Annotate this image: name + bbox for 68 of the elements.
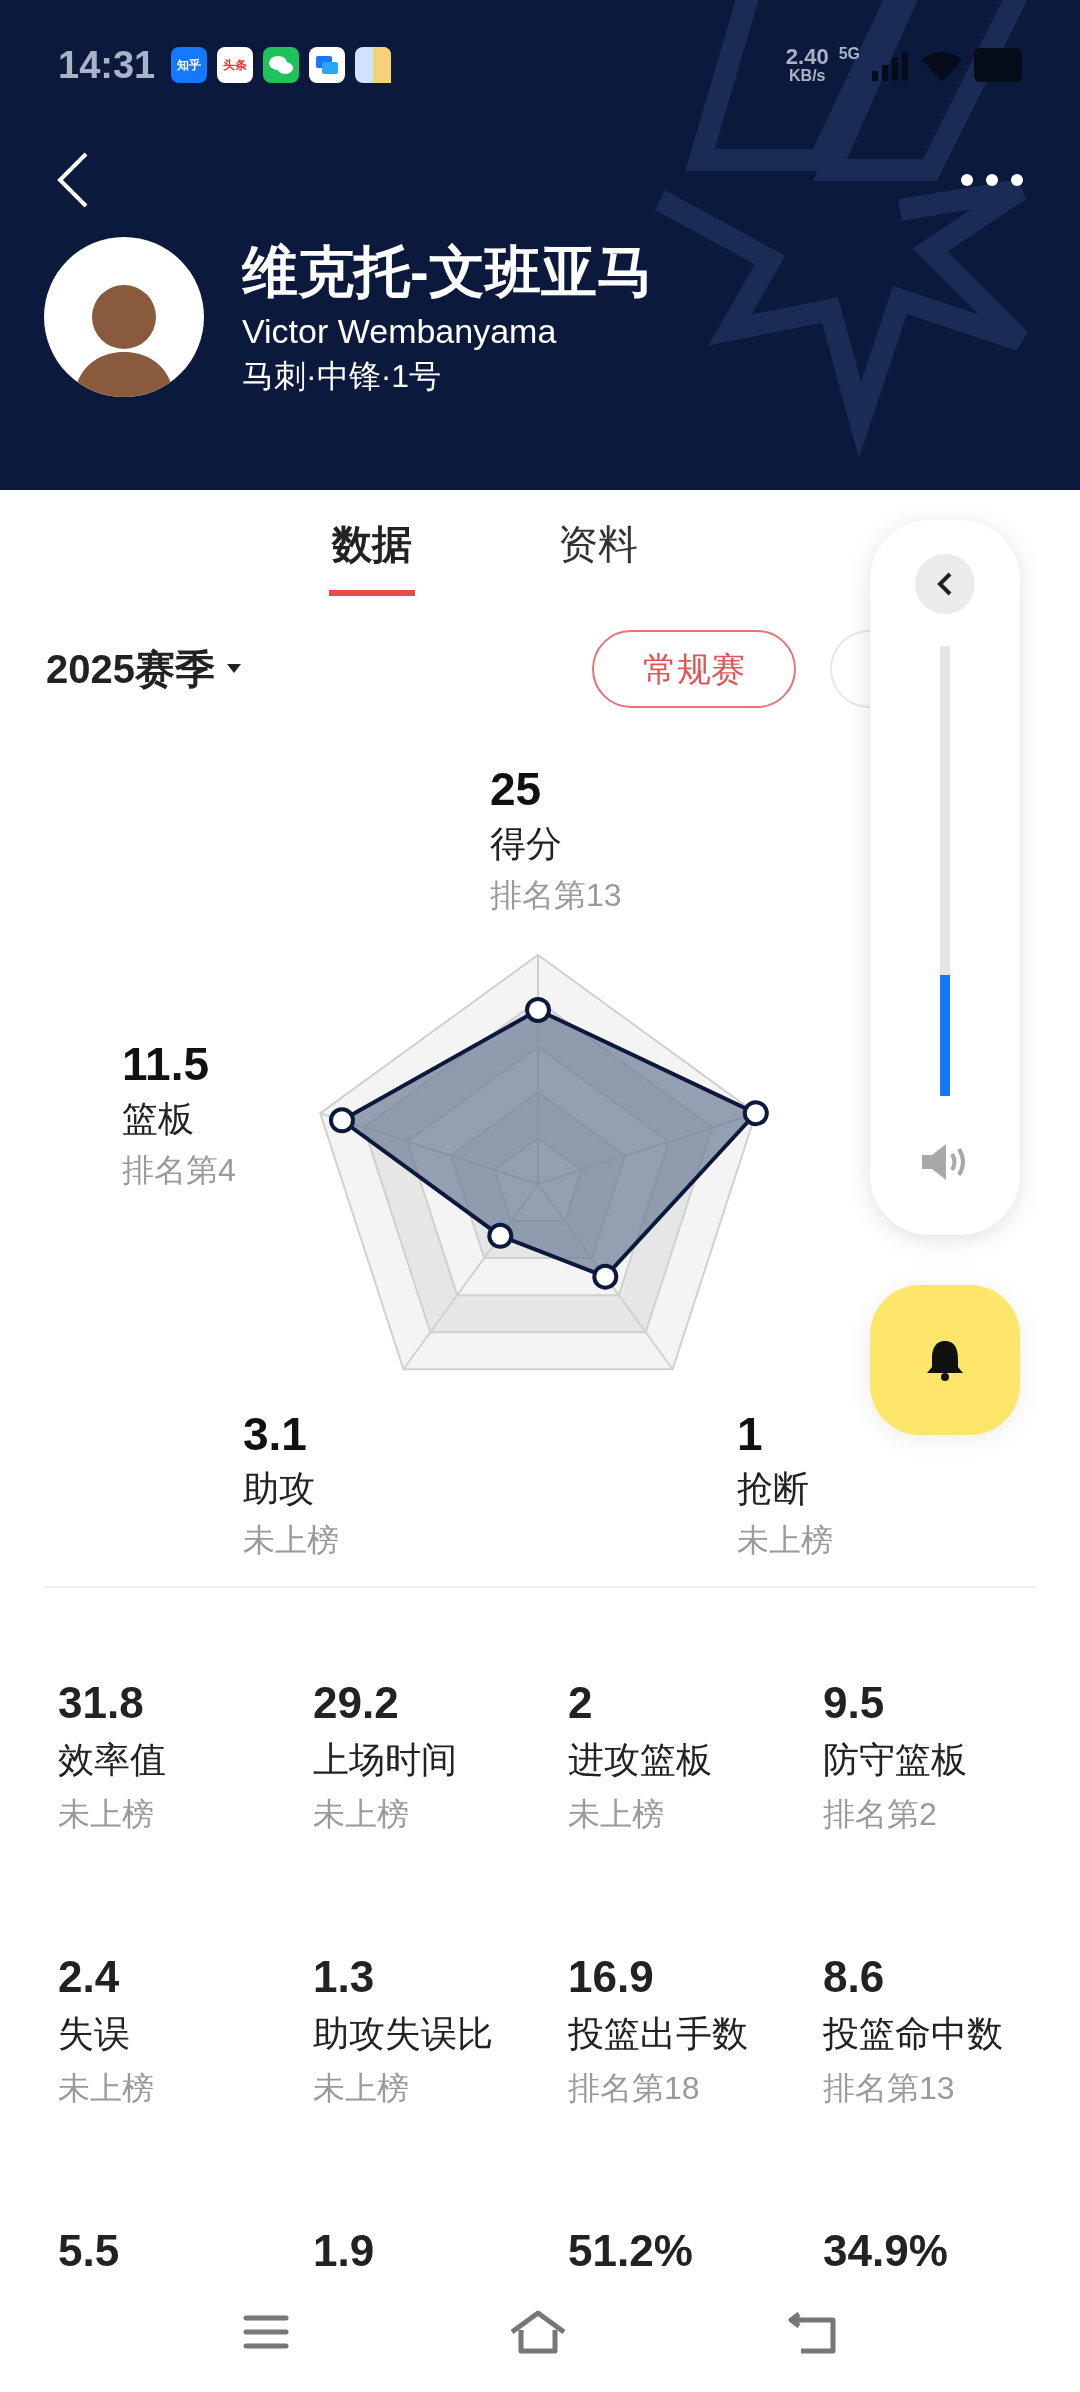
- stat-rank: 排名第18: [568, 2069, 701, 2108]
- stat-value: 5.5: [58, 2225, 121, 2277]
- stat-value: 11.5: [122, 1037, 210, 1092]
- back-icon[interactable]: [56, 150, 90, 210]
- stat-value: 31.8: [58, 1677, 145, 1729]
- stat-label: 抢断: [737, 1467, 810, 1511]
- stat-value: 9.5: [823, 1677, 886, 1729]
- stat-label: 投篮出手数: [568, 2012, 749, 2056]
- browser-app-icon: [355, 47, 392, 83]
- player-english-name: Victor Wembanyama: [242, 311, 558, 352]
- stat-label: 进攻篮板: [568, 1738, 713, 1782]
- network-speed-unit: KB/s: [789, 68, 826, 84]
- stat-value: 1: [737, 1407, 764, 1462]
- stat-rank: 未上榜: [313, 2069, 410, 2108]
- network-type: 5G: [838, 44, 860, 64]
- chevron-left-icon: [937, 571, 953, 597]
- menu-icon[interactable]: [243, 2314, 289, 2350]
- stat-rank: 排名第13: [490, 876, 622, 915]
- stat-rank: 排名第13: [823, 2069, 956, 2108]
- battery-icon: [974, 48, 1022, 82]
- app-notification-icon: 知乎: [171, 47, 208, 83]
- player-team-position: 马刺·中锋·1号: [242, 357, 443, 396]
- caret-icon: [227, 664, 241, 674]
- season-dropdown[interactable]: 2025赛季: [46, 639, 241, 699]
- status-time: 14:31: [58, 42, 156, 88]
- tab[interactable]: 数据: [329, 516, 415, 596]
- filter-pill[interactable]: 常规赛: [592, 630, 796, 708]
- stat-label: 得分: [490, 822, 563, 866]
- stat-value: 16.9: [568, 1951, 655, 2003]
- message-app-icon: [309, 47, 346, 83]
- network-speed: 2.40: [785, 46, 829, 68]
- stat-rank: 未上榜: [243, 1521, 339, 1560]
- stat-value: 3.1: [243, 1407, 308, 1462]
- stat-label: 助攻失误比: [313, 2012, 494, 2056]
- stat-rank: 未上榜: [58, 1795, 155, 1834]
- stat-label: 投篮命中数: [823, 2012, 1004, 2056]
- stat-value: 2: [568, 1677, 594, 1729]
- stat-label: 篮板: [122, 1097, 195, 1141]
- stat-value: 1.9: [313, 2225, 376, 2277]
- stat-label: 助攻: [243, 1467, 316, 1511]
- more-icon[interactable]: [960, 173, 1024, 187]
- stat-value: 25: [490, 762, 543, 817]
- stat-rank: 未上榜: [313, 1795, 410, 1834]
- player-name: 维克托-文班亚马: [242, 239, 653, 305]
- tab[interactable]: 资料: [555, 516, 641, 596]
- radar-point: [487, 1222, 514, 1249]
- notification-button[interactable]: [870, 1285, 1020, 1435]
- stat-value: 2.4: [58, 1951, 121, 2003]
- stat-rank: 排名第4: [122, 1151, 236, 1190]
- stat-label: 效率值: [58, 1738, 167, 1782]
- stat-rank: 未上榜: [568, 1795, 665, 1834]
- stat-label: 上场时间: [313, 1738, 458, 1782]
- stat-rank: 未上榜: [737, 1521, 833, 1560]
- app-notification-icon: 头条: [217, 47, 254, 83]
- chat-app-icon: [263, 47, 300, 83]
- stat-value: 29.2: [313, 1677, 400, 1729]
- stat-label: 失误: [58, 2012, 131, 2056]
- stat-rank: 排名第2: [823, 1795, 938, 1834]
- stat-rank: 未上榜: [58, 2069, 155, 2108]
- stat-value: 8.6: [823, 1951, 886, 2003]
- stat-value: 1.3: [313, 1951, 376, 2003]
- home-icon[interactable]: [509, 2310, 567, 2354]
- stat-value: 51.2%: [568, 2225, 694, 2277]
- stat-value: 34.9%: [823, 2225, 949, 2277]
- signal-icon: [870, 49, 910, 81]
- volume-slider[interactable]: [940, 646, 950, 1096]
- bell-icon: [925, 1339, 965, 1381]
- stat-label: 防守篮板: [823, 1738, 968, 1782]
